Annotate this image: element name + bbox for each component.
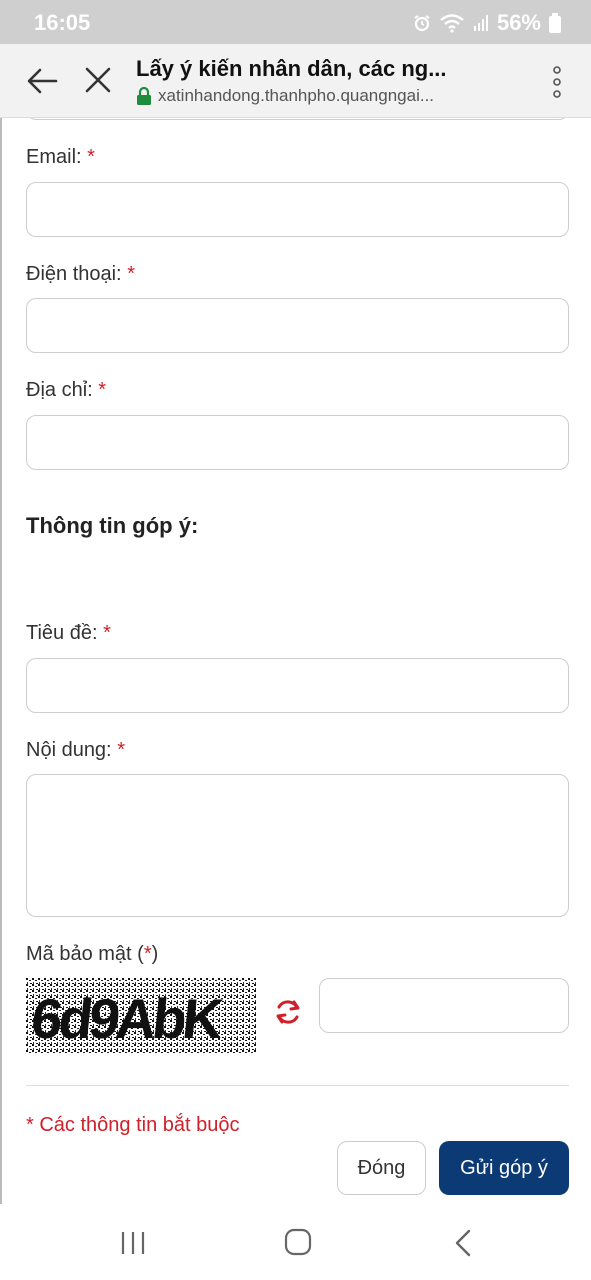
content-label: Nội dung: * — [26, 739, 125, 761]
url-text: xatinhandong.thanhpho.quangngai... — [158, 86, 435, 105]
battery-percent: 56% — [496, 10, 541, 35]
captcha-input[interactable] — [319, 978, 569, 1033]
captcha-image: 6d9AbK — [26, 978, 257, 1054]
system-nav-bar — [0, 1204, 591, 1280]
address-field[interactable] — [26, 415, 569, 470]
close-button[interactable]: Đóng — [337, 1141, 426, 1195]
page-title: Lấy ý kiến nhân dân, các ng... — [136, 56, 447, 81]
more-vert-icon[interactable] — [548, 64, 566, 100]
required-star: * — [127, 263, 135, 285]
browser-toolbar: Lấy ý kiến nhân dân, các ng... xatinhand… — [0, 44, 591, 118]
form-content: Email: * Điện thoại: * Địa chỉ: * Thông … — [0, 118, 591, 1204]
status-icons: 56% — [413, 10, 561, 36]
url-row[interactable]: xatinhandong.thanhpho.quangngai... — [136, 86, 466, 106]
submit-button[interactable]: Gửi góp ý — [439, 1141, 569, 1195]
signal-icon — [473, 15, 488, 31]
back-arrow-icon[interactable] — [26, 66, 58, 96]
close-icon[interactable] — [84, 66, 112, 94]
section-title: Thông tin góp ý: — [26, 513, 199, 538]
captcha-label: Mã bảo mật (*) — [26, 943, 159, 965]
home-icon[interactable] — [284, 1228, 312, 1256]
lock-icon — [137, 87, 151, 105]
content-textarea[interactable] — [26, 774, 569, 917]
captcha-text: 6d9AbK — [28, 987, 227, 1050]
required-star: * — [103, 622, 111, 644]
battery-icon — [549, 13, 561, 33]
address-label: Địa chỉ: * — [26, 379, 107, 401]
wifi-icon — [440, 14, 464, 33]
status-bar: 16:05 56% — [0, 0, 591, 44]
email-label: Email: * — [26, 146, 95, 168]
recent-apps-icon[interactable] — [119, 1230, 147, 1256]
phone-label: Điện thoại: * — [26, 263, 135, 285]
required-star: * — [117, 739, 125, 761]
email-field[interactable] — [26, 182, 569, 237]
status-time: 16:05 — [34, 10, 91, 35]
subject-label: Tiêu đề: * — [26, 622, 111, 644]
alarm-icon — [414, 15, 430, 32]
required-star: * — [98, 379, 107, 401]
phone-field[interactable] — [26, 298, 569, 353]
system-back-icon[interactable] — [453, 1228, 473, 1258]
refresh-icon[interactable] — [274, 998, 302, 1026]
subject-field[interactable] — [26, 658, 569, 713]
previous-field-edge[interactable] — [26, 118, 569, 120]
required-star: * — [87, 146, 95, 168]
required-note: * Các thông tin bắt buộc — [26, 1114, 240, 1136]
divider — [26, 1085, 569, 1086]
